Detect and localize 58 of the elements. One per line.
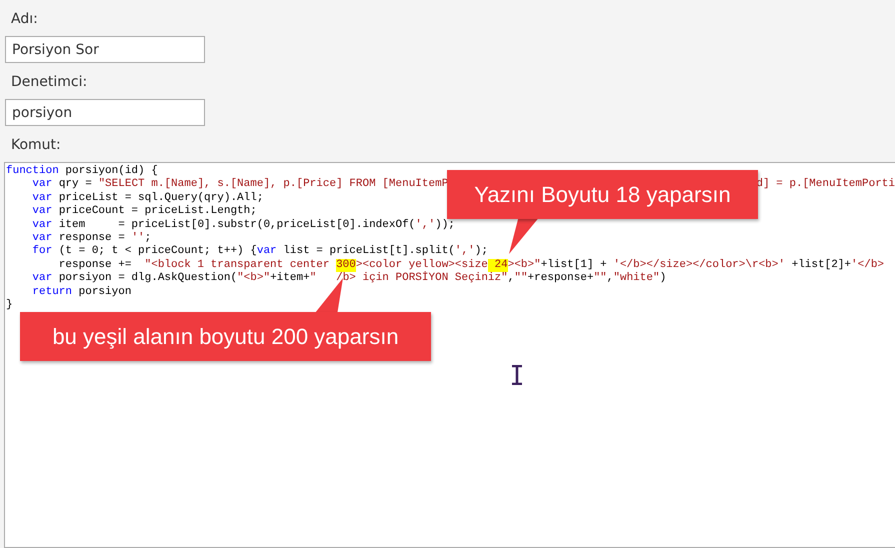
code-text: qry = bbox=[58, 178, 93, 192]
code-text: priceList = sql.Query(qry).All; bbox=[58, 192, 264, 205]
highlighted-code: 24 bbox=[488, 258, 508, 272]
code-text: )); bbox=[435, 218, 455, 232]
code-text: '</b> bbox=[851, 258, 884, 272]
code-text: response += bbox=[58, 258, 132, 272]
code-text: priceCount = priceList.Length; bbox=[58, 205, 257, 219]
code-text: response = bbox=[58, 232, 126, 245]
code-text: +list[1] + bbox=[540, 258, 608, 272]
code-text: ) bbox=[660, 272, 666, 286]
code-text: "SELECT m.[Name], s.[Name], p.[Price] FROM [MenuItemP bbox=[98, 178, 448, 192]
code-text: +list[2]+ bbox=[790, 258, 852, 272]
highlighted-code: 300 bbox=[336, 258, 356, 272]
code-text: ); bbox=[474, 245, 488, 259]
code-keyword: var bbox=[31, 272, 52, 286]
code-keyword: var bbox=[31, 232, 52, 245]
code-keyword: var bbox=[31, 192, 52, 206]
code-text: +response+ bbox=[528, 272, 594, 286]
code-keyword: return bbox=[31, 286, 72, 300]
code-text: (t = 0; t < priceCount; t++) { bbox=[58, 245, 257, 259]
code-text: ; bbox=[144, 232, 152, 245]
code-text: porsiyon(id) { bbox=[64, 165, 158, 178]
code-text: ><color yellow><size bbox=[356, 258, 488, 271]
code-text: ',' bbox=[415, 218, 436, 232]
input-field[interactable]: porsiyon bbox=[5, 99, 205, 126]
code-text: , bbox=[508, 272, 514, 286]
code-text: ',' bbox=[454, 245, 475, 259]
text-cursor-icon bbox=[511, 365, 523, 385]
code-text: ><b>" bbox=[508, 258, 541, 272]
code-text: "white" bbox=[613, 272, 660, 286]
field-label: Komut: bbox=[11, 136, 61, 154]
code-text: "<b>" bbox=[237, 272, 270, 286]
code-keyword: var bbox=[256, 245, 277, 259]
code-keyword: function bbox=[6, 165, 59, 178]
code-keyword: var bbox=[31, 205, 52, 219]
code-keyword: for bbox=[31, 245, 52, 259]
code-text: "" bbox=[594, 272, 607, 286]
code-text: '' bbox=[131, 232, 145, 245]
callout-text: Yazını Boyutu 18 yaparsın bbox=[473, 180, 732, 209]
code-editor[interactable] bbox=[4, 162, 895, 548]
code-text: list = priceList[t].split( bbox=[282, 245, 455, 259]
code-text: porsiyon bbox=[78, 286, 132, 300]
code-text: '</b></size></color>\r<b>' bbox=[613, 258, 785, 272]
code-text: +item+ bbox=[270, 272, 310, 286]
code-text: /b> için PORSİYON Seçiniz" bbox=[336, 272, 508, 286]
callout-text: bu yeşil alanın boyutu 200 yaparsın bbox=[51, 322, 400, 351]
code-keyword: var bbox=[31, 178, 52, 192]
code-text: "<block 1 transparent center bbox=[144, 258, 330, 272]
field-label: Denetimci: bbox=[11, 73, 88, 91]
code-text: " bbox=[310, 272, 316, 286]
field-label: Adı: bbox=[11, 10, 38, 28]
code-text: item = priceList[0].substr(0,priceList[0].indexOf( bbox=[58, 218, 416, 232]
code-text: "" bbox=[514, 272, 528, 286]
code-text: , bbox=[606, 272, 614, 286]
code-text: porsiyon = dlg.AskQuestion( bbox=[58, 272, 238, 286]
code-keyword: var bbox=[31, 218, 52, 232]
input-field[interactable]: Porsiyon Sor bbox=[5, 36, 205, 63]
code-text: } bbox=[6, 299, 13, 312]
